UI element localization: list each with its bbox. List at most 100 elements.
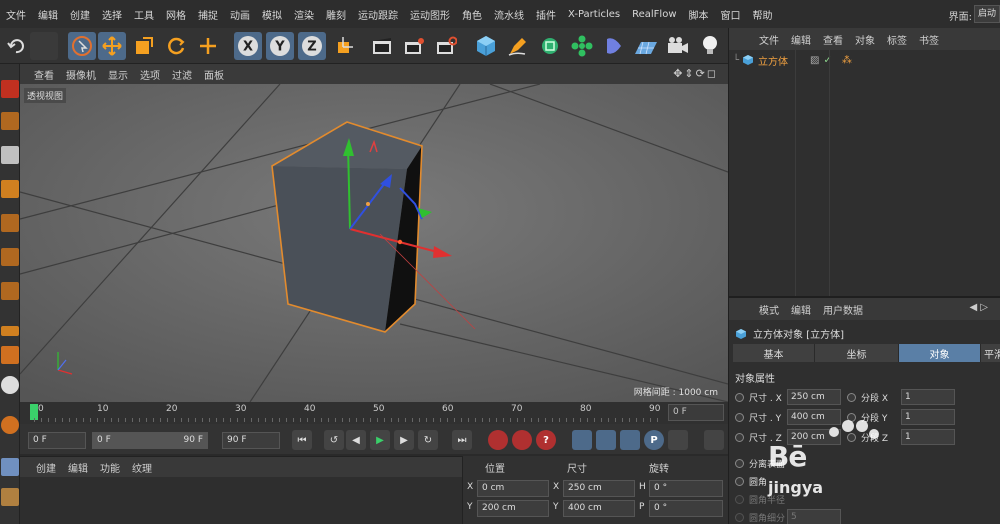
object-menu-bookmarks[interactable]: 书签	[913, 32, 945, 47]
layer-icon[interactable]: ▨	[810, 55, 819, 66]
autokey-button[interactable]	[512, 430, 532, 450]
light-button[interactable]	[696, 32, 724, 60]
rotate-button[interactable]	[162, 32, 190, 60]
prev-frame-button[interactable]: ◀	[346, 430, 366, 450]
points-mode-button[interactable]	[1, 214, 19, 232]
make-editable-button[interactable]	[1, 80, 19, 98]
key-rotation-button[interactable]	[620, 430, 640, 450]
play-button[interactable]: ▶	[370, 430, 390, 450]
menu-simulate[interactable]: 模拟	[256, 7, 288, 22]
viewport-menu-camera[interactable]: 摄像机	[60, 67, 102, 82]
object-name[interactable]: 立方体	[758, 53, 788, 68]
extra-tool-2-button[interactable]	[1, 488, 19, 506]
frame-range-slider[interactable]: 0 F 90 F	[92, 432, 208, 449]
camera-button[interactable]	[664, 32, 692, 60]
menu-motion-tracking[interactable]: 运动跟踪	[352, 7, 404, 22]
subdivision-button[interactable]	[536, 32, 564, 60]
tab-smoothing[interactable]: 平滑	[981, 344, 1000, 362]
y-axis-button[interactable]: Y	[266, 32, 294, 60]
attribute-menu-edit[interactable]: 编辑	[785, 302, 817, 317]
keyframe-selection-button[interactable]: ?	[536, 430, 556, 450]
object-row-cube[interactable]: └ 立方体 ▨ ✓ ⁂	[733, 52, 997, 68]
viewport-menu-options[interactable]: 选项	[134, 67, 166, 82]
model-mode-button[interactable]	[1, 112, 19, 130]
attribute-menu-user-data[interactable]: 用户数据	[817, 302, 869, 317]
timeline-window-button[interactable]	[704, 430, 724, 450]
animate-radio[interactable]	[735, 392, 744, 402]
snap-button[interactable]	[1, 376, 19, 394]
menu-render[interactable]: 渲染	[288, 7, 320, 22]
object-menu-file[interactable]: 文件	[753, 32, 785, 47]
visibility-check-icon[interactable]: ✓	[823, 55, 831, 66]
object-menu-tags[interactable]: 标签	[881, 32, 913, 47]
size-x-field[interactable]: 250 cm	[563, 480, 635, 497]
go-to-end-button[interactable]: ⏭	[452, 430, 472, 450]
size-y-field[interactable]: 400 cm	[563, 500, 635, 517]
animate-radio[interactable]	[847, 392, 856, 402]
menu-animate[interactable]: 动画	[224, 7, 256, 22]
interface-select[interactable]: 启动	[974, 5, 1000, 23]
menu-tools[interactable]: 工具	[128, 7, 160, 22]
material-menu-function[interactable]: 功能	[94, 460, 126, 475]
viewport-menu-filter[interactable]: 过滤	[166, 67, 198, 82]
move-button[interactable]	[98, 32, 126, 60]
animate-radio[interactable]	[735, 476, 744, 486]
current-frame-field[interactable]: 0 F	[668, 404, 724, 421]
undo-button[interactable]	[2, 32, 30, 60]
animate-radio[interactable]	[735, 412, 744, 422]
next-key-button[interactable]: ↻	[418, 430, 438, 450]
prev-key-button[interactable]: ↺	[324, 430, 344, 450]
workplane-mode-button[interactable]	[1, 180, 19, 198]
end-frame-field[interactable]: 90 F	[222, 432, 280, 449]
record-button[interactable]	[488, 430, 508, 450]
start-frame-field[interactable]: 0 F	[28, 432, 86, 449]
position-x-field[interactable]: 0 cm	[477, 480, 549, 497]
material-menu-create[interactable]: 创建	[30, 460, 62, 475]
transform-button[interactable]	[194, 32, 222, 60]
timeline-ruler[interactable]: 0 10 20 30 40 50 60 70 80 90 0 F	[20, 402, 728, 424]
viewport-nav-icons[interactable]: ✥⇕⟳◻	[673, 67, 718, 80]
menu-select[interactable]: 选择	[96, 7, 128, 22]
tag-icon[interactable]: ⁂	[842, 55, 852, 66]
menu-snap[interactable]: 捕捉	[192, 7, 224, 22]
object-menu-object[interactable]: 对象	[849, 32, 881, 47]
material-menu-edit[interactable]: 编辑	[62, 460, 94, 475]
rotation-p-field[interactable]: 0 °	[649, 500, 723, 517]
render-settings-button[interactable]	[432, 32, 460, 60]
menu-window[interactable]: 窗口	[715, 7, 747, 22]
key-pla-button[interactable]	[668, 430, 688, 450]
size-x-input[interactable]: 250 cm	[787, 389, 841, 405]
key-parameter-button[interactable]: P	[644, 430, 664, 450]
lock-workplane-button[interactable]	[1, 416, 19, 434]
menu-file[interactable]: 文件	[0, 7, 32, 22]
tab-basic[interactable]: 基本	[733, 344, 815, 362]
polygons-mode-button[interactable]	[1, 282, 19, 300]
rotation-h-field[interactable]: 0 °	[649, 480, 723, 497]
render-button[interactable]	[400, 32, 428, 60]
position-y-field[interactable]: 200 cm	[477, 500, 549, 517]
coordinate-system-button[interactable]	[330, 32, 358, 60]
deformer-button[interactable]	[600, 32, 628, 60]
z-axis-button[interactable]: Z	[298, 32, 326, 60]
cloner-button[interactable]	[568, 32, 596, 60]
floor-button[interactable]	[632, 32, 660, 60]
menu-x-particles[interactable]: X-Particles	[562, 9, 626, 20]
menu-character[interactable]: 角色	[456, 7, 488, 22]
menu-script[interactable]: 脚本	[683, 7, 715, 22]
tweak-mode-button[interactable]	[1, 346, 19, 364]
segments-x-input[interactable]: 1	[901, 389, 955, 405]
object-menu-edit[interactable]: 编辑	[785, 32, 817, 47]
tab-object[interactable]: 对象	[899, 344, 981, 362]
menu-pipeline[interactable]: 流水线	[488, 7, 530, 22]
object-menu-view[interactable]: 查看	[817, 32, 849, 47]
segments-z-input[interactable]: 1	[901, 429, 955, 445]
menu-help[interactable]: 帮助	[747, 7, 779, 22]
x-axis-button[interactable]: X	[234, 32, 262, 60]
go-to-start-button[interactable]: ⏮	[292, 430, 312, 450]
menu-sculpt[interactable]: 雕刻	[320, 7, 352, 22]
animate-radio[interactable]	[735, 458, 744, 468]
edges-mode-button[interactable]	[1, 248, 19, 266]
axis-mode-button[interactable]	[1, 326, 19, 336]
next-frame-button[interactable]: ▶	[394, 430, 414, 450]
menu-realflow[interactable]: RealFlow	[626, 9, 682, 20]
